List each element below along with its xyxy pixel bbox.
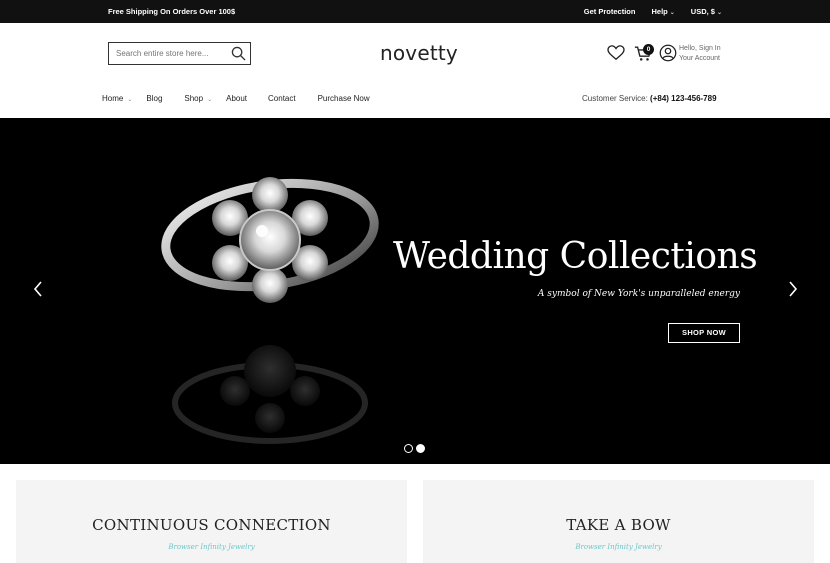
cart-count-badge: 0 — [643, 44, 654, 55]
customer-service-phone[interactable]: (+84) 123-456-789 — [650, 94, 717, 103]
nav-shop-label: Shop — [184, 94, 204, 103]
promo-banner-1[interactable]: CONTINUOUS CONNECTION Browser Infinity J… — [16, 480, 407, 563]
account-link[interactable]: Hello, Sign In Your Account — [679, 44, 721, 64]
chevron-down-icon: ⌄ — [716, 10, 722, 16]
promo-banner-2[interactable]: TAKE A BOW Browser Infinity Jewelry — [423, 480, 814, 563]
hero-title: Wedding Collections — [393, 236, 758, 277]
nav-item-about[interactable]: About — [226, 94, 247, 103]
help-label: Help — [651, 7, 668, 16]
nav-item-shop[interactable]: Shop ⌄ — [184, 94, 212, 103]
nav-item-blog[interactable]: Blog — [146, 94, 162, 103]
account-label: Your Account — [679, 55, 720, 62]
nav-item-contact[interactable]: Contact — [268, 94, 296, 103]
next-slide-arrow-icon[interactable] — [788, 281, 798, 297]
search-icon[interactable] — [231, 46, 246, 61]
diamond-ring-image — [161, 177, 379, 444]
help-dropdown[interactable]: Help ⌄ — [651, 7, 674, 16]
main-nav: Home ⌄ Blog Shop ⌄ About Contact Purchase … — [102, 94, 370, 103]
promo-subtitle: Browser Infinity Jewelry — [168, 543, 255, 551]
nav-item-purchase-now[interactable]: Purchase Now — [318, 94, 370, 103]
slide-dot-1[interactable] — [404, 444, 413, 453]
chevron-down-icon: ⌄ — [207, 97, 213, 103]
site-logo[interactable]: novetty — [380, 41, 458, 65]
hero-subtitle: A symbol of New York's unparalleled ener… — [537, 289, 740, 299]
top-bar: Free Shipping On Orders Over 100$ Get Pr… — [0, 0, 830, 23]
promo-title: CONTINUOUS CONNECTION — [92, 516, 331, 534]
site-header: novetty 0 Hello, Sign In Your Account Ho… — [0, 23, 830, 118]
top-links: Get Protection Help ⌄ USD, $ ⌄ — [584, 7, 722, 16]
free-shipping-text: Free Shipping On Orders Over 100$ — [108, 7, 236, 16]
currency-label: USD, $ — [690, 7, 715, 16]
promo-subtitle: Browser Infinity Jewelry — [575, 543, 662, 551]
slider-dots — [404, 444, 425, 453]
hero-slider: Wedding Collections A symbol of New York… — [0, 118, 830, 464]
search-box — [108, 42, 251, 65]
search-input[interactable] — [109, 43, 227, 64]
customer-service-label: Customer Service: — [582, 94, 648, 103]
promo-title: TAKE A BOW — [566, 516, 671, 534]
get-protection-link[interactable]: Get Protection — [584, 7, 636, 16]
slide-dot-2[interactable] — [416, 444, 425, 453]
wishlist-heart-icon[interactable] — [607, 45, 625, 61]
account-greeting: Hello, Sign In — [679, 45, 721, 52]
nav-home-label: Home — [102, 94, 124, 103]
prev-slide-arrow-icon[interactable] — [33, 281, 43, 297]
shop-now-button[interactable]: SHOP NOW — [668, 323, 740, 343]
customer-service: Customer Service: (+84) 123-456-789 — [582, 94, 717, 103]
chevron-down-icon: ⌄ — [127, 97, 133, 103]
user-account-icon[interactable] — [659, 44, 677, 62]
currency-dropdown[interactable]: USD, $ ⌄ — [691, 7, 722, 16]
nav-item-home[interactable]: Home ⌄ — [102, 94, 132, 103]
chevron-down-icon: ⌄ — [669, 10, 675, 16]
